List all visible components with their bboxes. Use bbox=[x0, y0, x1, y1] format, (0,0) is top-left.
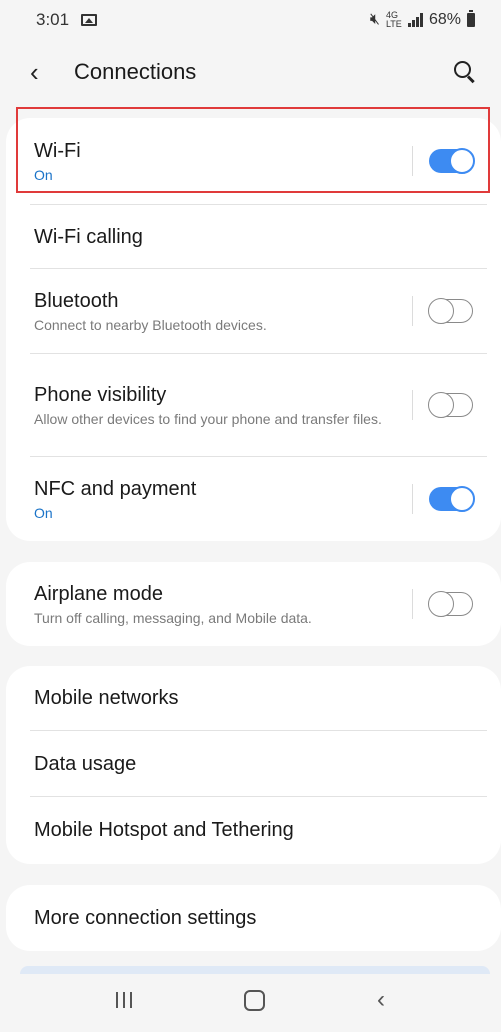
battery-icon bbox=[467, 10, 475, 27]
image-notification-icon bbox=[81, 14, 98, 26]
bluetooth-description: Connect to nearby Bluetooth devices. bbox=[34, 317, 267, 333]
navigation-bar: ‹ bbox=[0, 968, 501, 1032]
wifi-label: Wi-Fi bbox=[34, 140, 81, 162]
data-usage-label: Data usage bbox=[34, 752, 137, 775]
home-icon[interactable] bbox=[244, 989, 265, 1011]
nfc-label: NFC and payment bbox=[34, 478, 197, 500]
mobile-hotspot-label: Mobile Hotspot and Tethering bbox=[34, 819, 294, 841]
connections-group-1: Wi-Fi On Wi-Fi calling Bluetooth Connect… bbox=[6, 118, 501, 541]
separator bbox=[412, 589, 413, 619]
wifi-calling-label: Wi-Fi calling bbox=[34, 225, 143, 248]
status-left: 3:01 bbox=[36, 10, 98, 30]
wifi-toggle[interactable] bbox=[429, 148, 475, 174]
wifi-status: On bbox=[34, 167, 53, 183]
connections-group-2: Airplane mode Turn off calling, messagin… bbox=[6, 562, 501, 646]
more-connection-settings-row[interactable]: More connection settings bbox=[6, 885, 501, 951]
back-arrow-icon[interactable]: ‹ bbox=[30, 57, 60, 88]
separator bbox=[412, 484, 413, 514]
wifi-calling-row[interactable]: Wi-Fi calling bbox=[6, 205, 501, 268]
connections-group-4: More connection settings bbox=[6, 885, 501, 951]
nfc-toggle[interactable] bbox=[429, 486, 475, 512]
connections-group-3: Mobile networks Data usage Mobile Hotspo… bbox=[6, 666, 501, 864]
app-header: ‹ Connections bbox=[0, 40, 501, 104]
recent-apps-icon[interactable] bbox=[116, 992, 132, 1008]
network-type: 4G LTE bbox=[385, 10, 402, 29]
airplane-mode-row[interactable]: Airplane mode Turn off calling, messagin… bbox=[6, 562, 501, 646]
separator bbox=[412, 146, 413, 176]
data-usage-row[interactable]: Data usage bbox=[6, 731, 501, 796]
mute-icon: 🔇︎ bbox=[369, 11, 380, 28]
bluetooth-row[interactable]: Bluetooth Connect to nearby Bluetooth de… bbox=[6, 269, 501, 353]
mobile-networks-row[interactable]: Mobile networks bbox=[6, 666, 501, 730]
bluetooth-label: Bluetooth bbox=[34, 290, 119, 312]
search-icon[interactable] bbox=[453, 60, 477, 84]
status-time: 3:01 bbox=[36, 10, 70, 29]
separator bbox=[412, 296, 413, 326]
phone-visibility-toggle[interactable] bbox=[428, 391, 473, 418]
separator bbox=[412, 390, 413, 420]
nav-back-icon[interactable]: ‹ bbox=[377, 986, 385, 1014]
airplane-mode-label: Airplane mode bbox=[34, 583, 163, 605]
nfc-status: On bbox=[34, 505, 53, 521]
phone-visibility-row[interactable]: Phone visibility Allow other devices to … bbox=[6, 354, 501, 456]
signal-icon bbox=[407, 13, 423, 27]
nfc-row[interactable]: NFC and payment On bbox=[6, 457, 501, 541]
mobile-networks-label: Mobile networks bbox=[34, 687, 179, 709]
airplane-mode-toggle[interactable] bbox=[428, 590, 473, 617]
airplane-mode-description: Turn off calling, messaging, and Mobile … bbox=[34, 610, 312, 626]
status-bar: 3:01 🔇︎ 4G LTE 68% bbox=[0, 0, 501, 40]
bluetooth-toggle[interactable] bbox=[428, 297, 473, 324]
wifi-row[interactable]: Wi-Fi On bbox=[6, 118, 501, 204]
mobile-hotspot-row[interactable]: Mobile Hotspot and Tethering bbox=[6, 797, 501, 863]
more-connection-settings-label: More connection settings bbox=[34, 907, 257, 929]
page-title: Connections bbox=[74, 59, 197, 84]
phone-visibility-description: Allow other devices to find your phone a… bbox=[34, 411, 382, 427]
phone-visibility-label: Phone visibility bbox=[34, 384, 167, 406]
battery-percent: 68% bbox=[428, 11, 461, 28]
status-right: 🔇︎ 4G LTE 68% bbox=[369, 10, 475, 29]
